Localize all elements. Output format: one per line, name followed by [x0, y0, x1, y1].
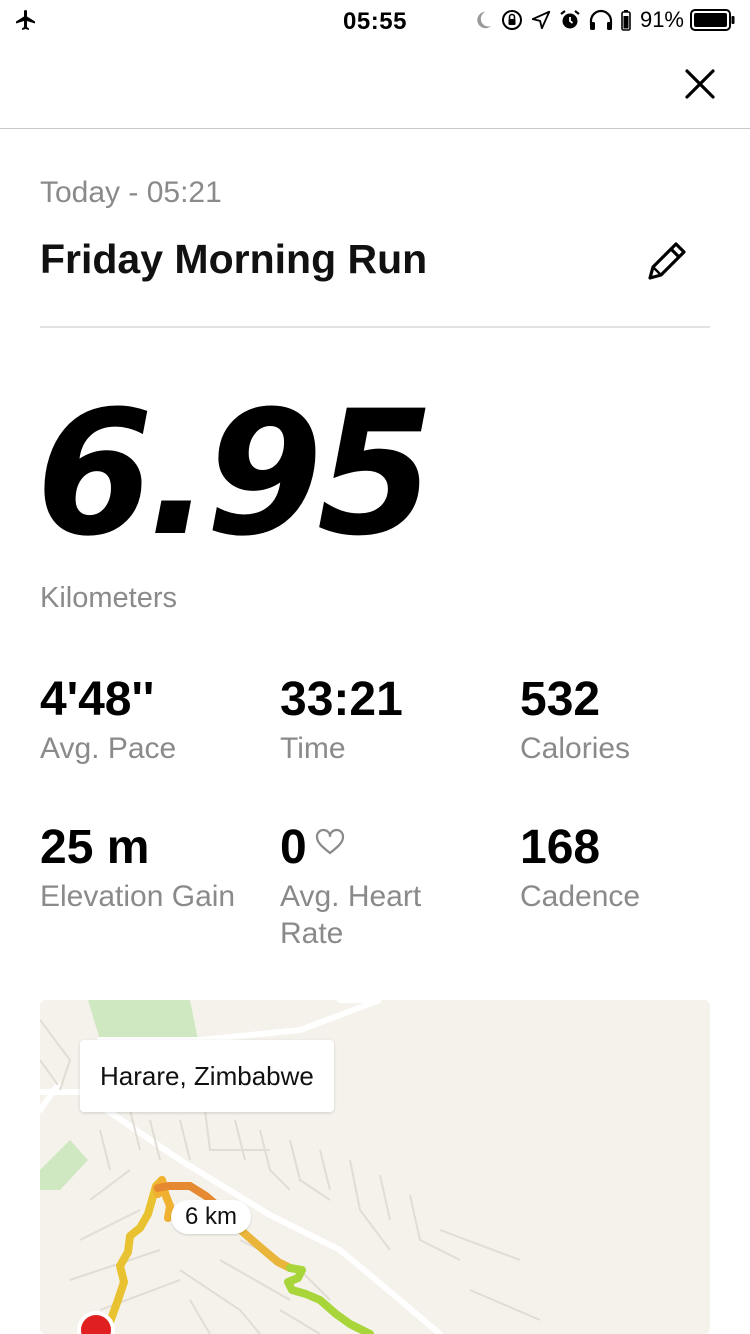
- activity-title: Friday Morning Run: [40, 236, 428, 282]
- status-bar: 05:55 91%: [0, 0, 750, 40]
- stat-value: 4'48'': [40, 673, 155, 726]
- stat-label: Time: [280, 732, 346, 765]
- close-button[interactable]: [680, 64, 720, 104]
- stat-label: Cadence: [520, 880, 641, 913]
- battery-small-icon: [621, 10, 631, 31]
- map-park: [88, 1000, 198, 1040]
- stat-value: 532: [520, 673, 601, 726]
- stat-value: 168: [520, 821, 601, 874]
- stat-cadence: 168 Cadence: [520, 822, 740, 915]
- rotation-lock-icon: [501, 10, 522, 30]
- battery-icon: [690, 9, 735, 31]
- activity-date: Today - 05:21: [40, 176, 222, 209]
- km-marker: 6 km: [171, 1200, 252, 1234]
- moon-icon: [477, 11, 492, 29]
- stat-time: 33:21 Time: [280, 674, 500, 767]
- stat-value: 25 m: [40, 821, 150, 874]
- stat-avg-heart-rate: 0 Avg. Heart Rate: [280, 822, 480, 952]
- stat-value: 0: [280, 821, 307, 874]
- heart-icon: [315, 828, 344, 855]
- distance-value: 6.95: [36, 373, 434, 574]
- start-pin: [77, 1311, 115, 1334]
- pencil-icon: [648, 242, 686, 280]
- stat-label: Calories: [520, 732, 631, 765]
- headphones-icon: [589, 9, 613, 30]
- stat-calories: 532 Calories: [520, 674, 740, 767]
- distance-unit: Kilometers: [40, 582, 177, 614]
- stat-avg-pace: 4'48'' Avg. Pace: [40, 674, 260, 767]
- battery-percent: 91%: [639, 7, 684, 32]
- location-arrow-icon: [531, 10, 551, 30]
- stat-label: Elevation Gain: [40, 880, 236, 913]
- map-park: [40, 1140, 88, 1190]
- stat-value: 33:21: [280, 673, 403, 726]
- map-location-label: Harare, Zimbabwe: [80, 1040, 334, 1112]
- route-map[interactable]: Harare, Zimbabwe 6 km: [40, 1000, 710, 1334]
- close-icon: [685, 69, 715, 99]
- stat-label: Avg. Pace: [40, 732, 177, 765]
- stat-value-row: 0: [280, 822, 480, 874]
- stat-label: Avg. Heart Rate: [280, 880, 422, 950]
- edit-title-button[interactable]: [640, 232, 696, 288]
- alarm-icon: [560, 10, 580, 29]
- nav-bar: [0, 40, 750, 129]
- status-icons: 91%: [472, 6, 736, 34]
- divider: [40, 326, 710, 328]
- stat-elevation-gain: 25 m Elevation Gain: [40, 822, 240, 915]
